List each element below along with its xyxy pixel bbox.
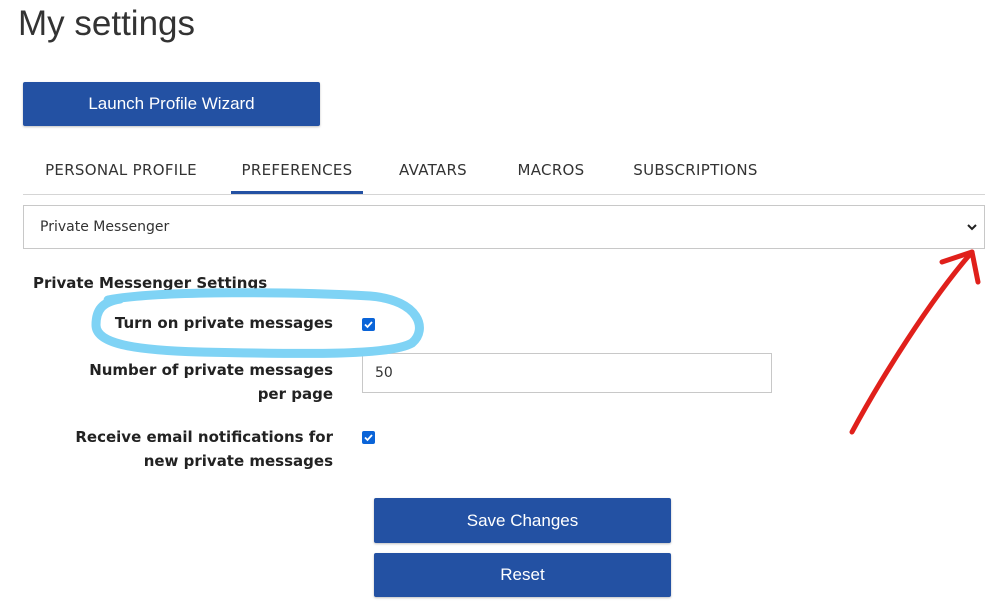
page-title: My settings xyxy=(18,4,195,43)
turn-on-private-messages-label: Turn on private messages xyxy=(114,314,333,332)
messages-per-page-input[interactable] xyxy=(362,353,772,393)
reset-button[interactable]: Reset xyxy=(374,553,671,597)
email-notifications-checkbox[interactable] xyxy=(362,431,375,444)
check-icon xyxy=(364,321,373,329)
turn-on-private-messages-checkbox[interactable] xyxy=(362,318,375,331)
launch-profile-wizard-button[interactable]: Launch Profile Wizard xyxy=(23,82,320,126)
tab-preferences[interactable]: PREFERENCES xyxy=(231,148,363,194)
settings-tabs: PERSONAL PROFILE PREFERENCES AVATARS MAC… xyxy=(23,148,985,195)
email-notifications-label: Receive email notifications for new priv… xyxy=(75,428,333,470)
check-icon xyxy=(364,434,373,442)
tab-avatars[interactable]: AVATARS xyxy=(385,148,481,194)
section-heading: Private Messenger Settings xyxy=(33,274,268,292)
arrow-head-icon xyxy=(939,249,981,285)
chevron-down-icon[interactable] xyxy=(966,221,978,233)
tab-personal-profile[interactable]: PERSONAL PROFILE xyxy=(23,148,219,194)
category-select[interactable]: Private Messenger xyxy=(23,205,985,249)
arrow-annotation xyxy=(849,249,975,435)
tab-macros[interactable]: MACROS xyxy=(507,148,595,194)
messages-per-page-label: Number of private messages per page xyxy=(89,361,333,403)
category-select-value: Private Messenger xyxy=(40,219,170,235)
save-changes-button[interactable]: Save Changes xyxy=(374,498,671,543)
tab-subscriptions[interactable]: SUBSCRIPTIONS xyxy=(623,148,768,194)
